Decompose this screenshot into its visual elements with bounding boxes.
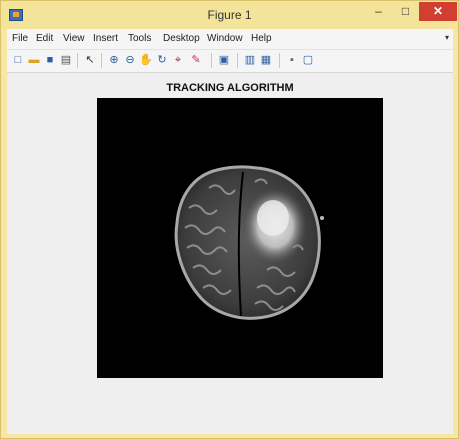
zoom-in-icon[interactable]: ⊕ xyxy=(107,53,121,67)
menu-bar: File Edit View Insert Tools Desktop Wind… xyxy=(7,29,453,50)
colorbar-icon[interactable]: ▥ xyxy=(243,53,257,67)
data-cursor-icon[interactable]: ⌖ xyxy=(171,53,185,67)
menu-tools[interactable]: Tools xyxy=(128,33,151,44)
hide-plot-tools-icon[interactable]: ▪ xyxy=(285,53,299,67)
axes-title: TRACKING ALGORITHM xyxy=(166,82,294,94)
brush-icon[interactable]: ✎ xyxy=(189,53,203,67)
link-plot-icon[interactable]: ▣ xyxy=(217,53,231,67)
menu-window[interactable]: Window xyxy=(207,33,243,44)
toolbar-separator xyxy=(211,53,212,68)
figure-canvas: TRACKING ALGORITHM xyxy=(7,73,453,430)
title-bar[interactable]: Figure 1 – □ ✕ xyxy=(1,1,458,29)
legend-icon[interactable]: ▦ xyxy=(259,53,273,67)
figure-window: Figure 1 – □ ✕ File Edit View Insert Too… xyxy=(0,0,459,439)
menu-desktop[interactable]: Desktop xyxy=(163,33,200,44)
figure-toolbar: □ ▬ ■ ▤ ↖ ⊕ ⊖ ✋ ↻ ⌖ ✎ ▣ ▥ ▦ ▪ ▢ xyxy=(7,50,453,73)
menu-insert[interactable]: Insert xyxy=(93,33,118,44)
toolbar-separator xyxy=(279,53,280,68)
menu-help[interactable]: Help xyxy=(251,33,272,44)
menu-overflow-icon[interactable]: ▾ xyxy=(445,33,449,42)
print-icon[interactable]: ▤ xyxy=(59,53,73,67)
toolbar-separator xyxy=(237,53,238,68)
toolbar-separator xyxy=(101,53,102,68)
new-figure-icon[interactable]: □ xyxy=(11,53,25,67)
pointer-icon[interactable]: ↖ xyxy=(83,53,97,67)
minimize-button[interactable]: – xyxy=(366,2,391,21)
maximize-button[interactable]: □ xyxy=(393,2,418,21)
menu-view[interactable]: View xyxy=(63,33,85,44)
save-icon[interactable]: ■ xyxy=(43,53,57,67)
brain-mri-icon xyxy=(174,165,324,320)
toolbar-separator xyxy=(77,53,78,68)
open-file-icon[interactable]: ▬ xyxy=(27,53,41,67)
menu-edit[interactable]: Edit xyxy=(36,33,53,44)
rotate-3d-icon[interactable]: ↻ xyxy=(155,53,169,67)
close-button[interactable]: ✕ xyxy=(419,2,457,21)
zoom-out-icon[interactable]: ⊖ xyxy=(123,53,137,67)
show-plot-tools-icon[interactable]: ▢ xyxy=(301,53,315,67)
pan-icon[interactable]: ✋ xyxy=(139,53,153,67)
menu-file[interactable]: File xyxy=(12,33,28,44)
window-bottom-edge xyxy=(7,430,453,434)
image-axes[interactable] xyxy=(97,98,383,378)
